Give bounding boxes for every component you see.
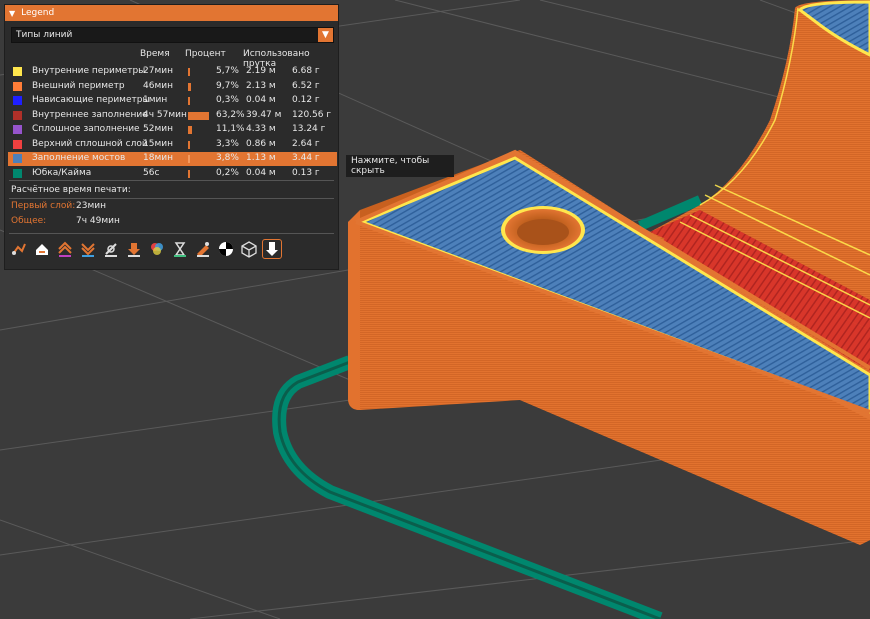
feature-percent: 9,7% xyxy=(216,80,239,91)
feature-length: 1.13 м xyxy=(246,153,276,163)
first-layer-label: Первый слой: xyxy=(11,201,76,211)
percent-bar xyxy=(188,155,190,163)
percent-bar xyxy=(188,82,191,91)
feature-length: 2.13 м xyxy=(246,80,276,91)
legend-row[interactable]: Верхний сплошной слой 15мин 3,3% 0.86 м 2.64… xyxy=(8,138,337,152)
feature-name: Внутренние периметры xyxy=(32,66,146,76)
legend-title: Legend xyxy=(21,8,55,18)
feature-percent: 3,8% xyxy=(216,153,239,163)
feature-percent: 3,3% xyxy=(216,138,239,149)
feature-name: Юбка/Кайма xyxy=(32,167,92,178)
chevron-down-icon[interactable]: ▼ xyxy=(318,28,333,42)
percent-bar xyxy=(188,111,209,120)
feature-name: Внешний периметр xyxy=(32,80,125,91)
feature-length: 0.04 м xyxy=(246,167,276,178)
feature-name: Нависающие периметры xyxy=(32,95,150,105)
color-changes-icon[interactable] xyxy=(148,240,166,258)
feature-name: Внутреннее заполнение xyxy=(32,109,148,120)
feature-percent: 5,7% xyxy=(216,66,239,76)
view-type-value: Типы линий xyxy=(16,30,73,40)
center-of-gravity-icon[interactable] xyxy=(217,240,235,258)
percent-bar xyxy=(188,126,192,134)
feature-weight: 2.64 г xyxy=(292,138,320,149)
feature-length: 4.33 м xyxy=(246,124,276,134)
tool-marker-icon[interactable] xyxy=(262,239,282,259)
divider xyxy=(9,198,334,199)
header-percent: Процент xyxy=(185,49,226,59)
feature-name: Верхний сплошной слой xyxy=(32,138,148,149)
feature-time: 27мин xyxy=(143,66,173,76)
color-swatch xyxy=(13,81,22,91)
total-time-value: 7ч 49мин xyxy=(76,216,120,226)
feature-time: 52мин xyxy=(143,124,173,134)
options-toolbar xyxy=(10,239,335,260)
header-time: Время xyxy=(140,49,170,59)
feature-time: 46мин xyxy=(143,80,173,91)
legend-row[interactable]: Внутренние периметры 27мин 5,7% 2.19 м 6.68 … xyxy=(8,65,337,79)
percent-bar xyxy=(188,97,190,105)
feature-time: 18мин xyxy=(143,153,173,163)
percent-bar xyxy=(188,140,190,149)
feature-weight: 6.68 г xyxy=(292,66,320,76)
feature-percent: 0,2% xyxy=(216,167,239,178)
view-type-dropdown[interactable]: Типы линий ▼ xyxy=(11,27,334,43)
feature-weight: 3.44 г xyxy=(292,153,320,163)
legend-row[interactable]: Сплошное заполнение 52мин 11,1% 4.33 м 13.24… xyxy=(8,123,337,137)
color-swatch xyxy=(13,67,22,76)
feature-length: 2.19 м xyxy=(246,66,276,76)
feature-time: 56с xyxy=(143,167,160,178)
wipe-icon[interactable] xyxy=(33,240,51,258)
feature-percent: 0,3% xyxy=(216,95,239,105)
legend-panel: ▼ Legend Типы линий ▼ Время Процент Испо… xyxy=(4,4,339,270)
collapse-arrow-icon[interactable]: ▼ xyxy=(9,9,15,18)
pause-icon[interactable] xyxy=(171,240,189,258)
color-swatch xyxy=(13,96,22,105)
percent-bar xyxy=(188,169,190,178)
color-swatch xyxy=(13,139,22,149)
color-swatch xyxy=(13,110,22,120)
feature-weight: 13.24 г xyxy=(292,124,326,134)
hide-legend-tooltip: Нажмите, чтобы скрыть xyxy=(346,155,454,177)
legend-row[interactable]: Заполнение мостов 18мин 3,8% 1.13 м 3.44 г xyxy=(8,152,337,166)
legend-header[interactable]: ▼ Legend xyxy=(5,5,338,21)
feature-weight: 120.56 г xyxy=(292,109,332,120)
legend-row[interactable]: Внешний периметр 46мин 9,7% 2.13 м 6.52 г xyxy=(8,80,337,94)
color-swatch xyxy=(13,125,22,134)
feature-percent: 11,1% xyxy=(216,124,245,134)
tooltip-text: Нажмите, чтобы скрыть xyxy=(351,156,430,176)
feature-weight: 0.12 г xyxy=(292,95,320,105)
legend-row[interactable]: Юбка/Кайма 56с 0,2% 0.04 м 0.13 г xyxy=(8,167,337,181)
divider xyxy=(9,233,334,234)
feature-time: 4ч 57мин xyxy=(143,109,187,120)
feature-length: 39.47 м xyxy=(246,109,282,120)
deretractions-icon[interactable] xyxy=(79,240,97,258)
tool-changes-icon[interactable] xyxy=(125,240,143,258)
shells-icon[interactable] xyxy=(240,240,258,258)
feature-weight: 6.52 г xyxy=(292,80,320,91)
divider xyxy=(9,180,334,181)
color-swatch xyxy=(13,154,22,163)
color-swatch xyxy=(13,168,22,178)
feature-percent: 63,2% xyxy=(216,109,245,120)
total-time-label: Общее: xyxy=(11,216,47,226)
legend-row[interactable]: Нависающие периметры 1мин 0,3% 0.04 м 0.12 г xyxy=(8,94,337,108)
feature-length: 0.86 м xyxy=(246,138,276,149)
estimated-time-label: Расчётное время печати: xyxy=(11,185,131,195)
feature-length: 0.04 м xyxy=(246,95,276,105)
feature-name: Сплошное заполнение xyxy=(32,124,140,134)
seams-icon[interactable] xyxy=(102,240,120,258)
retractions-icon[interactable] xyxy=(56,240,74,258)
travel-icon[interactable] xyxy=(10,240,28,258)
feature-weight: 0.13 г xyxy=(292,167,320,178)
custom-gcode-icon[interactable] xyxy=(194,240,212,258)
feature-time: 15мин xyxy=(143,138,173,149)
feature-name: Заполнение мостов xyxy=(32,153,126,163)
legend-row[interactable]: Внутреннее заполнение 4ч 57мин 63,2% 39.47 … xyxy=(8,109,337,123)
feature-time: 1мин xyxy=(143,95,168,105)
percent-bar xyxy=(188,68,190,76)
first-layer-value: 23мин xyxy=(76,201,106,211)
